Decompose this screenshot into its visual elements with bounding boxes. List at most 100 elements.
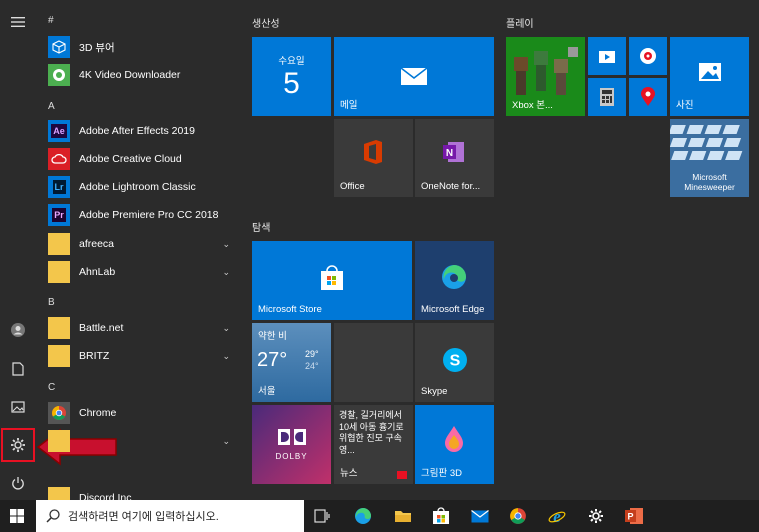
tile-office[interactable]: Office — [334, 119, 413, 197]
mail-envelope-icon — [400, 67, 428, 85]
app-label: Adobe Premiere Pro CC 2018 — [79, 209, 219, 221]
section-header-b[interactable]: B — [48, 297, 55, 308]
music-disc-icon — [640, 48, 656, 64]
chrome-taskbar-icon[interactable] — [502, 500, 534, 532]
weather-high: 29° — [305, 349, 319, 359]
app-label: Adobe Creative Cloud — [79, 153, 182, 165]
section-header-hash[interactable]: # — [48, 15, 54, 26]
chevron-down-icon[interactable]: ⌄ — [222, 436, 230, 447]
internet-explorer-icon[interactable]: e — [541, 500, 573, 532]
tile-label: 서울 — [258, 386, 276, 397]
dolby-logo-icon — [278, 429, 306, 445]
chevron-down-icon[interactable]: ⌄ — [222, 267, 230, 278]
group-title-play[interactable]: 플레이 — [506, 15, 534, 30]
weather-temp: 27° — [257, 349, 288, 371]
folder-icon — [48, 430, 70, 452]
photos-icon — [699, 63, 721, 81]
user-account-icon[interactable] — [0, 312, 36, 348]
chevron-down-icon[interactable]: ⌄ — [222, 351, 230, 362]
tile-paint3d[interactable]: 그림판 3D — [415, 405, 494, 484]
app-chrome[interactable]: Chrome — [48, 400, 238, 426]
windows-start-icon[interactable] — [0, 500, 34, 532]
news-headline: 경찰, 길거리에서 10세 아동 흉기로 위협한 진모 구속영... — [339, 410, 404, 455]
tile-xbox[interactable]: Xbox 본... — [506, 37, 585, 116]
tile-microsoft-store[interactable]: Microsoft Store — [252, 241, 412, 320]
group-title-explore[interactable]: 탐색 — [252, 219, 270, 234]
pictures-icon[interactable] — [0, 389, 36, 425]
store-taskbar-icon[interactable] — [425, 500, 457, 532]
tile-label: 메일 — [340, 100, 358, 111]
settings-taskbar-icon[interactable] — [580, 500, 612, 532]
powerpoint-taskbar-icon[interactable]: P — [618, 500, 650, 532]
search-icon — [46, 509, 60, 523]
app-folder-afreeca[interactable]: afreeca ⌄ — [48, 231, 238, 257]
video-play-icon — [599, 51, 615, 63]
documents-icon[interactable] — [0, 351, 36, 387]
folder-icon — [48, 233, 70, 255]
svg-text:S: S — [450, 353, 461, 370]
tile-weather[interactable]: 약한 비 27° 29° 24° 서울 — [252, 323, 331, 402]
section-header-a[interactable]: A — [48, 101, 55, 112]
tile-microsoft-edge[interactable]: Microsoft Edge — [415, 241, 494, 320]
folder-icon — [48, 261, 70, 283]
app-folder-battle-net[interactable]: Battle.net ⌄ — [48, 315, 238, 341]
office-icon — [364, 140, 382, 164]
svg-text:e: e — [553, 507, 561, 525]
tile-photos[interactable]: 사진 — [670, 37, 749, 116]
tile-mail[interactable]: 메일 — [334, 37, 494, 116]
tile-movies[interactable] — [588, 37, 626, 75]
group-title-productivity[interactable]: 생산성 — [252, 15, 280, 30]
app-lightroom-classic[interactable]: Lr Adobe Lightroom Classic — [48, 174, 238, 200]
hamburger-menu-icon[interactable] — [0, 4, 36, 40]
mail-taskbar-icon[interactable] — [464, 500, 496, 532]
tile-onenote[interactable]: N OneNote for... — [415, 119, 494, 197]
tile-empty-slot — [334, 323, 413, 402]
settings-gear-icon[interactable] — [0, 427, 36, 463]
task-view-icon[interactable] — [306, 500, 338, 532]
tile-calendar[interactable]: 수요일 5 — [252, 37, 331, 116]
tile-label: Skype — [421, 386, 448, 397]
tile-label: Office — [340, 181, 365, 192]
tile-minesweeper[interactable]: Microsoft Minesweeper — [670, 119, 749, 197]
cube-icon — [48, 36, 70, 58]
tile-skype[interactable]: S Skype — [415, 323, 494, 402]
tile-news[interactable]: 경찰, 길거리에서 10세 아동 흉기로 위협한 진모 구속영... 뉴스 — [334, 405, 413, 484]
app-4k-video-downloader[interactable]: 4K Video Downloader — [48, 62, 238, 88]
chrome-icon — [48, 402, 70, 424]
tile-maps[interactable] — [629, 78, 667, 116]
app-premiere-pro[interactable]: Pr Adobe Premiere Pro CC 2018 — [48, 202, 238, 228]
chevron-down-icon[interactable]: ⌄ — [222, 323, 230, 334]
tile-dolby[interactable]: DOLBY — [252, 405, 331, 484]
app-folder-discord[interactable]: Discord Inc — [48, 485, 238, 500]
chevron-down-icon[interactable]: ⌄ — [222, 239, 230, 250]
calendar-day: 수요일 — [278, 56, 305, 67]
tile-groove[interactable] — [629, 37, 667, 75]
4k-downloader-icon — [48, 64, 70, 86]
svg-text:N: N — [446, 148, 453, 159]
app-after-effects[interactable]: Ae Adobe After Effects 2019 — [48, 118, 238, 144]
app-creative-cloud[interactable]: Adobe Creative Cloud — [48, 146, 238, 172]
file-explorer-icon[interactable] — [387, 500, 419, 532]
taskbar: 검색하려면 여기에 입력하십시오. e P — [0, 500, 759, 532]
app-label: 3D 뷰어 — [79, 41, 115, 54]
edge-taskbar-icon[interactable] — [347, 500, 379, 532]
section-header-c[interactable]: C — [48, 382, 55, 393]
weather-condition: 약한 비 — [258, 331, 287, 342]
app-folder-ahnlab[interactable]: AhnLab ⌄ — [48, 259, 238, 285]
app-label: 4K Video Downloader — [79, 69, 181, 81]
search-box[interactable]: 검색하려면 여기에 입력하십시오. — [36, 500, 304, 532]
skype-icon: S — [443, 348, 467, 372]
power-icon[interactable] — [0, 465, 36, 501]
folder-icon — [48, 317, 70, 339]
map-pin-icon — [641, 87, 655, 106]
app-3d-viewer[interactable]: 3D 뷰어 — [48, 34, 238, 60]
onenote-icon: N — [443, 142, 464, 162]
app-folder-britz[interactable]: BRITZ ⌄ — [48, 343, 238, 369]
tile-label: 그림판 3D — [421, 468, 463, 479]
lightroom-icon: Lr — [48, 176, 70, 198]
search-input[interactable]: 검색하려면 여기에 입력하십시오. — [68, 508, 219, 524]
tile-calculator[interactable] — [588, 78, 626, 116]
store-bag-icon — [321, 265, 343, 290]
app-folder-hidden[interactable]: ⌄ — [48, 428, 238, 454]
tile-label: Microsoft Store — [258, 304, 322, 315]
